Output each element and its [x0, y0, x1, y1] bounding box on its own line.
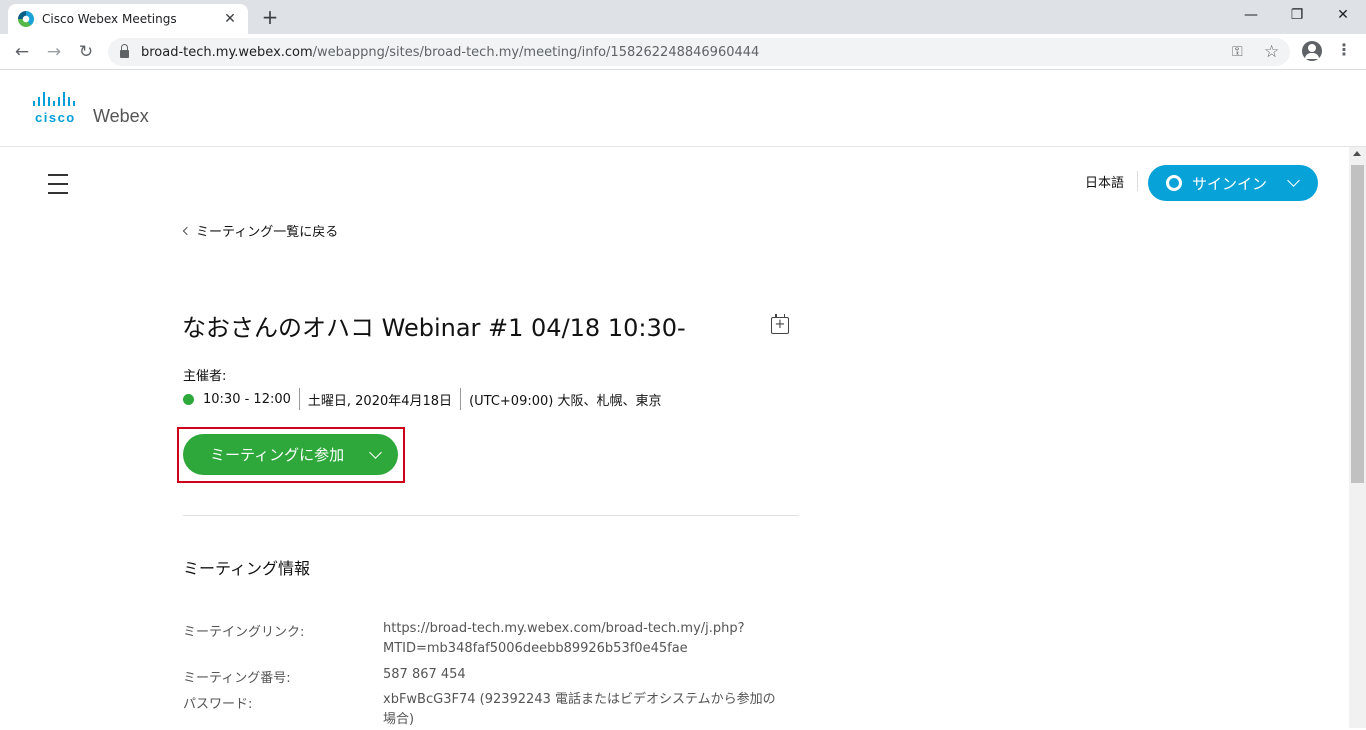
separator — [460, 388, 462, 410]
bookmark-star-icon[interactable]: ☆ — [1264, 38, 1279, 66]
meeting-link-line-1: https://broad-tech.my.webex.com/broad-te… — [383, 621, 745, 636]
password-line-1: xbFwBcG3F74 (92392243 電話またはビデオシステムから参加の — [383, 692, 776, 707]
browser-tab-bar: Cisco Webex Meetings ✕ + — ❐ ✕ — [0, 0, 1366, 34]
hamburger-menu-icon[interactable] — [48, 174, 68, 201]
meeting-number-value: 587 867 454 — [383, 667, 466, 682]
password-label: パスワード: — [183, 697, 253, 712]
key-icon[interactable]: ⚿ — [1232, 38, 1243, 66]
meeting-timezone: (UTC+09:00) 大阪、札幌、東京 — [469, 393, 662, 409]
join-meeting-label: ミーティングに参加 — [210, 446, 345, 464]
divider — [183, 515, 799, 516]
forward-arrow-icon[interactable]: → — [42, 40, 66, 64]
profile-avatar-icon[interactable] — [1302, 41, 1322, 61]
browser-toolbar: ← → ↻ broad-tech.my.webex.com/webappng/s… — [0, 34, 1366, 70]
new-tab-button[interactable]: + — [258, 5, 282, 29]
address-bar[interactable]: broad-tech.my.webex.com/webappng/sites/b… — [108, 38, 1290, 66]
back-link-label: ミーティング一覧に戻る — [196, 225, 339, 240]
join-meeting-button[interactable]: ミーティングに参加 — [183, 434, 398, 475]
page-scrollbar[interactable] — [1349, 147, 1366, 728]
browser-menu-icon[interactable]: ⋮ — [1336, 40, 1352, 59]
logo-webex-text: Webex — [93, 106, 149, 126]
meeting-link-label: ミーテイングリンク: — [183, 625, 305, 640]
browser-tab[interactable]: Cisco Webex Meetings ✕ — [8, 4, 248, 34]
lock-icon[interactable] — [120, 43, 129, 58]
chevron-down-icon[interactable] — [369, 445, 382, 459]
chevron-left-icon — [182, 226, 192, 235]
back-to-meetings-link[interactable]: ミーティング一覧に戻る — [182, 221, 339, 240]
tab-title: Cisco Webex Meetings — [42, 12, 177, 26]
language-selector[interactable]: 日本語 — [1085, 172, 1124, 191]
meeting-link-line-2: MTID=mb348faf5006deebb89926b53f0e45fae — [383, 641, 688, 656]
restore-button[interactable]: ❐ — [1274, 0, 1320, 30]
minimize-button[interactable]: — — [1228, 0, 1274, 30]
chevron-down-icon — [1287, 174, 1300, 187]
url-text[interactable]: broad-tech.my.webex.com/webappng/sites/b… — [141, 45, 759, 60]
header-divider — [1137, 171, 1138, 191]
status-dot-icon — [183, 393, 194, 405]
back-arrow-icon[interactable]: ← — [10, 40, 34, 64]
cisco-webex-logo[interactable]: cisco Webex — [31, 92, 149, 126]
url-path: /webappng/sites/broad-tech.my/meeting/in… — [312, 44, 760, 60]
meeting-link-value[interactable]: https://broad-tech.my.webex.com/broad-te… — [383, 619, 803, 659]
signin-label: サインイン — [1192, 174, 1268, 193]
host-label: 主催者: — [183, 369, 227, 384]
add-to-calendar-icon[interactable]: + — [771, 314, 789, 334]
window-close-button[interactable]: ✕ — [1320, 0, 1366, 30]
tab-close-icon[interactable]: ✕ — [222, 11, 238, 27]
logo-cisco-text: cisco — [35, 110, 76, 125]
signin-button[interactable]: サインイン — [1148, 165, 1318, 201]
cisco-bars-icon — [33, 92, 75, 106]
webex-favicon-icon — [18, 11, 34, 27]
webex-icon — [1166, 175, 1182, 191]
url-host: broad-tech.my.webex.com — [141, 44, 313, 60]
meeting-title: なおさんのオハコ Webinar #1 04/18 10:30- — [182, 314, 686, 342]
meeting-number-label: ミーティング番号: — [183, 671, 291, 686]
site-header: cisco Webex — [0, 70, 1366, 147]
meeting-date: 土曜日, 2020年4月18日 — [307, 393, 453, 409]
meeting-schedule: 10:30 - 12:00 土曜日, 2020年4月18日 (UTC+09:00… — [183, 388, 661, 410]
reload-icon[interactable]: ↻ — [74, 40, 98, 64]
scrollbar-thumb[interactable] — [1351, 165, 1364, 483]
password-value: xbFwBcG3F74 (92392243 電話またはビデオシステムから参加の … — [383, 690, 803, 730]
scroll-up-arrow-icon[interactable] — [1353, 151, 1361, 156]
meeting-info-heading: ミーティング情報 — [183, 559, 311, 578]
password-line-2: 場合) — [383, 712, 415, 727]
meeting-time: 10:30 - 12:00 — [203, 391, 291, 407]
separator — [298, 388, 300, 410]
